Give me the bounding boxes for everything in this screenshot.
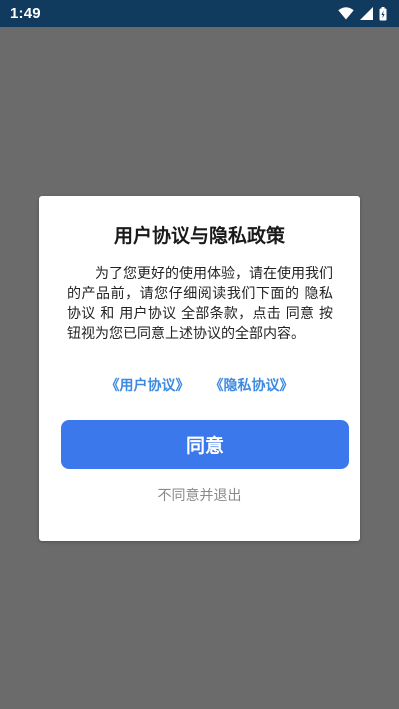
privacy-dialog: 用户协议与隐私政策 为了您更好的使用体验，请在使用我们的产品前，请您仔细阅读我们… bbox=[39, 196, 360, 541]
agreement-links: 《用户协议》 《隐私协议》 bbox=[39, 376, 360, 396]
user-agreement-link[interactable]: 《用户协议》 bbox=[106, 376, 190, 396]
status-icons bbox=[338, 6, 387, 21]
battery-icon bbox=[379, 6, 387, 21]
disagree-exit-button[interactable]: 不同意并退出 bbox=[39, 486, 360, 506]
dialog-body-text: 为了您更好的使用体验，请在使用我们的产品前，请您仔细阅读我们下面的 隐私协议 和… bbox=[67, 266, 333, 342]
dialog-title: 用户协议与隐私政策 bbox=[113, 225, 285, 247]
status-bar: 1:49 bbox=[0, 0, 399, 27]
privacy-agreement-link[interactable]: 《隐私协议》 bbox=[210, 376, 294, 396]
status-time: 1:49 bbox=[10, 5, 41, 22]
signal-icon bbox=[360, 7, 373, 20]
agree-button[interactable]: 同意 bbox=[61, 420, 349, 469]
wifi-icon bbox=[338, 7, 354, 20]
